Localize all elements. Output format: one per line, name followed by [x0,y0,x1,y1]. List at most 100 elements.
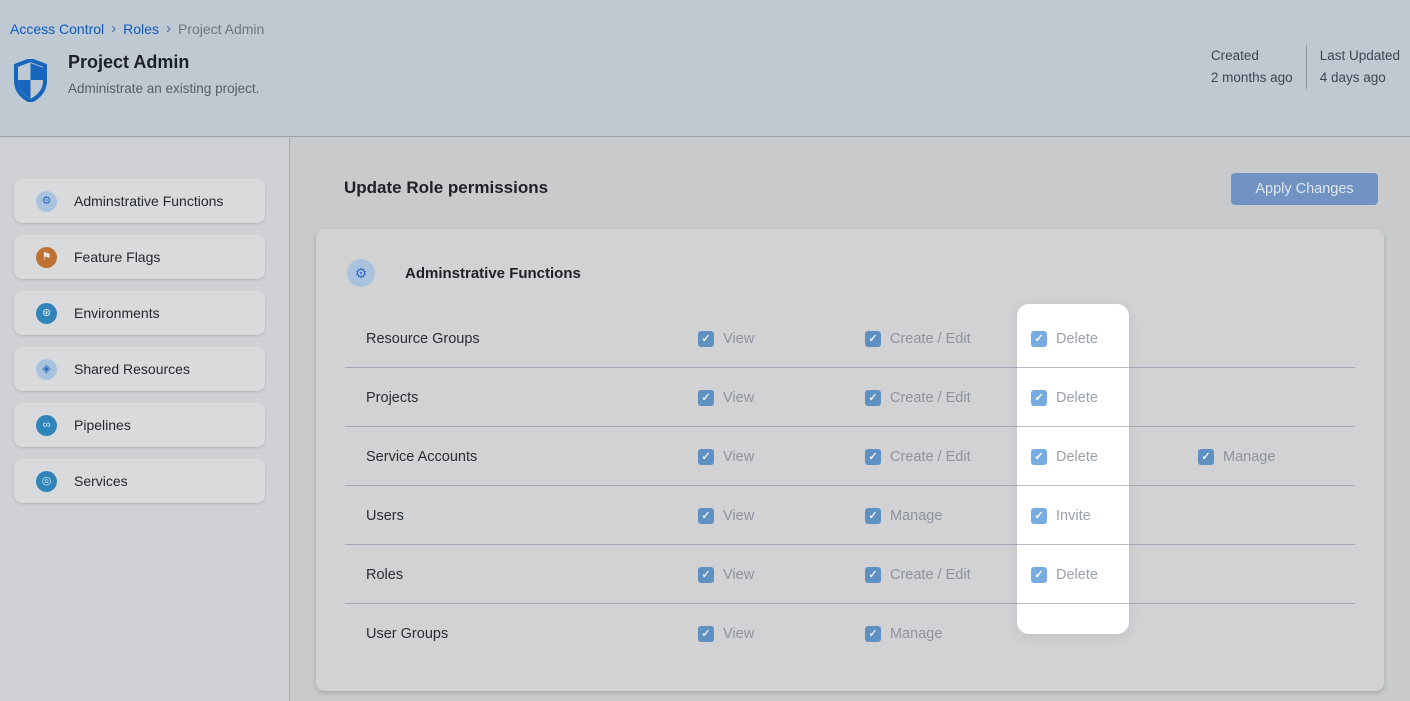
permission-label: View [723,449,754,465]
permission-label: Delete [1056,567,1098,583]
sidebar-item-environments[interactable]: ⊛Environments [14,291,265,335]
checkbox-checked-icon[interactable]: ✓ [865,567,881,583]
flag-icon: ⚑ [36,247,57,268]
breadcrumb-item-project-admin: Project Admin [178,21,264,37]
permission-cell-user-groups-view: ✓ View [698,626,754,642]
checkbox-checked-icon[interactable]: ✓ [698,567,714,583]
checkbox-checked-icon[interactable]: ✓ [1031,508,1047,524]
services-icon: ◎ [36,471,57,492]
checkbox-checked-icon[interactable]: ✓ [865,390,881,406]
header-meta: Created 2 months ago Last Updated 4 days… [1211,45,1400,89]
breadcrumb-item-roles[interactable]: Roles [123,21,159,37]
permission-label: View [723,626,754,642]
permission-label: View [723,390,754,406]
permission-cell-roles-delete: ✓ Delete [1031,567,1098,583]
checkbox-checked-icon[interactable]: ✓ [698,390,714,406]
checkbox-checked-icon[interactable]: ✓ [865,626,881,642]
permissions-card-header: ⚙ Adminstrative Functions [347,259,581,287]
title-block: Project Admin Administrate an existing p… [68,52,259,96]
apply-changes-button[interactable]: Apply Changes [1231,173,1378,205]
shield-icon [14,59,47,102]
checkbox-checked-icon[interactable]: ✓ [698,626,714,642]
permission-row-projects: Projects ✓ View ✓ Create / Edit ✓ Delete [316,368,1384,427]
permission-cell-user-groups-manage: ✓Manage [865,626,942,642]
breadcrumb-separator: › [166,22,171,36]
permission-row-resource-groups: Resource Groups ✓ View ✓ Create / Edit ✓ Delet… [316,309,1384,368]
permission-cell-projects-delete: ✓ Delete [1031,390,1098,406]
checkbox-checked-icon[interactable]: ✓ [1031,331,1047,347]
permission-label: Manage [890,508,942,524]
permission-row-roles: Roles ✓ View ✓ Create / Edit ✓ Delete [316,545,1384,604]
permission-cell-resource-groups-delete: ✓ Delete [1031,331,1098,347]
permission-cell-service-accounts-delete: ✓ Delete [1031,449,1098,465]
checkbox-checked-icon[interactable]: ✓ [698,449,714,465]
checkbox-checked-icon[interactable]: ✓ [1198,449,1214,465]
permission-row-label: Roles [366,567,403,583]
permission-label: View [723,508,754,524]
created-value: 2 months ago [1211,70,1293,85]
shared-resources-icon: ◈ [36,359,57,380]
permission-row-label: Service Accounts [366,449,477,465]
pipelines-icon: ∞ [36,415,57,436]
permission-label: Create / Edit [890,567,971,583]
page-subtitle: Administrate an existing project. [68,81,259,96]
checkbox-checked-icon[interactable]: ✓ [1031,390,1047,406]
permission-cell-users-invite: ✓ Invite [1031,508,1091,524]
checkbox-checked-icon[interactable]: ✓ [865,331,881,347]
checkbox-checked-icon[interactable]: ✓ [698,331,714,347]
created-meta: Created 2 months ago [1211,45,1293,89]
permission-row-service-accounts: Service Accounts ✓ View ✓ Create / Edit ✓ Dele… [316,427,1384,486]
sidebar-item-services[interactable]: ◎ Services [14,459,265,503]
permission-label: View [723,331,754,347]
sidebar-item-label: Services [74,473,128,489]
permission-label: Invite [1056,508,1091,524]
checkbox-checked-icon[interactable]: ✓ [865,508,881,524]
body-wrap: ⚙Adminstrative Functions⚑Feature Flags⊛E… [0,138,1410,701]
permission-cell-users-view: ✓ View [698,508,754,524]
permission-row-label: User Groups [366,626,448,642]
checkbox-checked-icon[interactable]: ✓ [698,508,714,524]
permission-row-user-groups: User Groups ✓ View ✓Manage [316,604,1384,663]
permission-label: Delete [1056,449,1098,465]
sidebar-item-shared-resources[interactable]: ◈ Shared Resources [14,347,265,391]
permission-cell-projects-view: ✓ View [698,390,754,406]
permission-row-label: Projects [366,390,418,406]
main-panel: Update Role permissions Apply Changes ⚙ … [290,138,1410,701]
gear-icon: ⚙ [347,259,375,287]
permission-cell-resource-groups-create-edit: ✓ Create / Edit [865,331,971,347]
permission-label: Create / Edit [890,331,971,347]
permission-cell-users-manage: ✓ Manage [865,508,942,524]
main-heading: Update Role permissions [344,178,548,198]
permissions-card: ⚙ Adminstrative Functions Resource Group… [316,229,1384,691]
permissions-table: Resource Groups ✓ View ✓ Create / Edit ✓ Delet… [316,309,1384,663]
permission-label: View [723,567,754,583]
page-title: Project Admin [68,52,259,73]
permissions-card-title: Adminstrative Functions [405,265,581,282]
sidebar: ⚙Adminstrative Functions ⚑ Feature Flags ⊛E… [0,138,290,701]
permission-cell-roles-view: ✓ View [698,567,754,583]
sidebar-list: ⚙Adminstrative Functions ⚑ Feature Flags ⊛E… [14,179,289,503]
breadcrumb: Access Control›Roles›Project Admin [10,21,264,37]
sidebar-item-feature-flags[interactable]: ⚑ Feature Flags [14,235,265,279]
sidebar-item-label: Feature Flags [74,249,160,265]
permission-cell-service-accounts-manage: ✓ Manage [1198,449,1275,465]
permission-label: Create / Edit [890,390,971,406]
permission-row-label: Resource Groups [366,331,480,347]
sidebar-item-pipelines[interactable]: ∞Pipelines [14,403,265,447]
breadcrumb-item-access-control[interactable]: Access Control [10,21,104,37]
permission-label: Delete [1056,390,1098,406]
permission-cell-service-accounts-create-edit: ✓ Create / Edit [865,449,971,465]
permission-row-label: Users [366,508,404,524]
checkbox-checked-icon[interactable]: ✓ [1031,567,1047,583]
permission-cell-service-accounts-view: ✓ View [698,449,754,465]
gear-icon: ⚙ [36,191,57,212]
sidebar-item-adminstrative-functions[interactable]: ⚙Adminstrative Functions [14,179,265,223]
permission-label: Create / Edit [890,449,971,465]
permission-label: Delete [1056,331,1098,347]
permission-row-users: Users ✓ View ✓ Manage ✓ Invite [316,486,1384,545]
permission-label: Manage [1223,449,1275,465]
last-updated-value: 4 days ago [1320,70,1386,85]
sidebar-item-label: Shared Resources [74,361,190,377]
checkbox-checked-icon[interactable]: ✓ [865,449,881,465]
checkbox-checked-icon[interactable]: ✓ [1031,449,1047,465]
